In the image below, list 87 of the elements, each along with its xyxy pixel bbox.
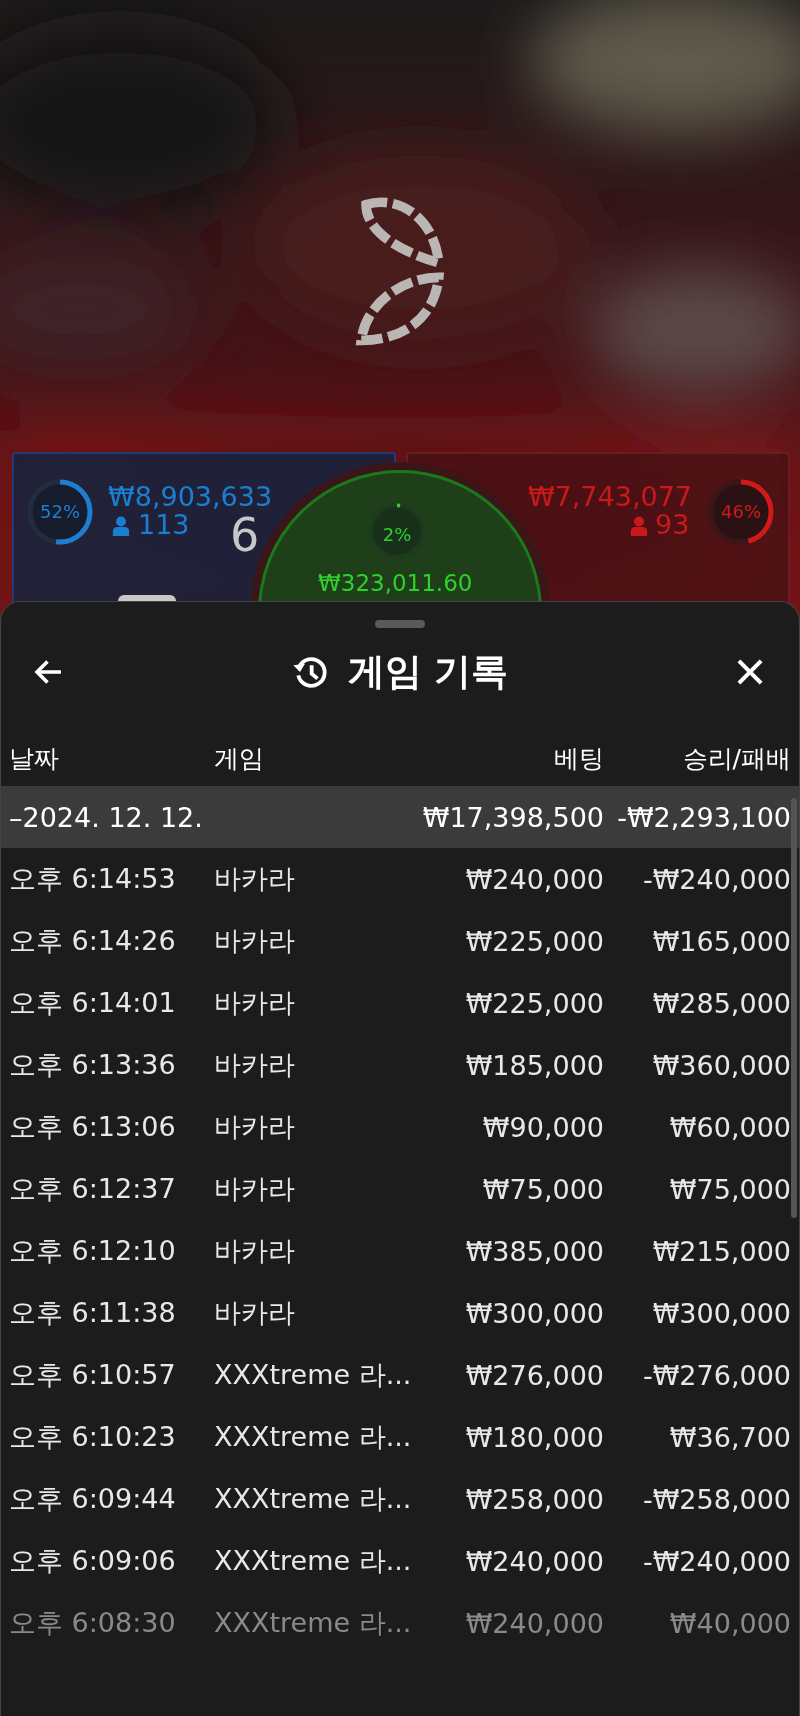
person-icon: [112, 516, 130, 536]
result-cell-text: ₩165,000: [651, 925, 791, 957]
time-cell-text: 오후 6:11:38: [9, 1296, 177, 1330]
tie-percent: 2%: [381, 525, 413, 545]
scrollbar[interactable]: [791, 798, 797, 1218]
tie-amount: ₩323,011.60: [318, 569, 473, 598]
game-cell-text: 바카라: [214, 986, 296, 1020]
game-cell-text: XXXtreme 라...: [214, 1544, 409, 1578]
game-cell-text: XXXtreme 라...: [214, 1482, 409, 1516]
sheet-title: 게임 기록: [347, 649, 509, 695]
bet-cell-text: ₩180,000: [464, 1421, 604, 1453]
date-cell-text: –2024. 12. 12.: [9, 801, 204, 833]
bet-cell-text: ₩240,000: [464, 1545, 604, 1577]
result-cell-text: ₩60,000: [668, 1111, 791, 1143]
result-cell-text: ₩285,000: [651, 987, 791, 1019]
time-cell-text: 오후 6:12:37: [9, 1172, 177, 1206]
bet-cell-text: ₩75,000: [481, 1173, 604, 1205]
bet-cell-text: ₩385,000: [464, 1235, 604, 1267]
bet-cell-text: ₩90,000: [481, 1111, 604, 1143]
history-row[interactable]: 오후 6:09:06 XXXtreme 라... ₩240,000 -₩240,000: [1, 1530, 799, 1592]
result-cell-text: -₩276,000: [641, 1359, 791, 1391]
game-cell-text: 바카라: [214, 1048, 296, 1082]
banker-count: 93: [655, 510, 690, 540]
history-row[interactable]: 오후 6:08:30 XXXtreme 라... ₩240,000 ₩40,000: [1, 1592, 799, 1654]
game-cell-text: 바카라: [214, 1296, 296, 1330]
person-icon: [630, 516, 648, 536]
result-cell-text: ₩360,000: [651, 1049, 791, 1081]
history-row[interactable]: 오후 6:14:53 바카라 ₩240,000 -₩240,000: [1, 848, 799, 910]
history-row[interactable]: 오후 6:10:57 XXXtreme 라... ₩276,000 -₩276,000: [1, 1344, 799, 1406]
result-cell-text: ₩300,000: [651, 1297, 791, 1329]
result-cell-text: ₩75,000: [668, 1173, 791, 1205]
game-cell-text: 바카라: [214, 1172, 296, 1206]
history-row[interactable]: 오후 6:12:10 바카라 ₩385,000 ₩215,000: [1, 1220, 799, 1282]
player-count: 113: [138, 510, 190, 540]
bet-cell-text: ₩225,000: [464, 925, 604, 957]
total-result-cell-text: -₩2,293,100: [616, 801, 791, 833]
bet-cell-text: ₩258,000: [464, 1483, 604, 1515]
time-cell-text: 오후 6:13:06: [9, 1110, 177, 1144]
time-cell-text: 오후 6:09:44: [9, 1482, 177, 1516]
game-cell-text: XXXtreme 라...: [214, 1606, 409, 1640]
history-row[interactable]: 오후 6:11:38 바카라 ₩300,000 ₩300,000: [1, 1282, 799, 1344]
result-cell-text: ₩36,700: [668, 1421, 791, 1453]
history-row[interactable]: 오후 6:13:06 바카라 ₩90,000 ₩60,000: [1, 1096, 799, 1158]
bet-cell-text: ₩240,000: [464, 863, 604, 895]
time-cell-text: 오후 6:10:57: [9, 1358, 177, 1392]
column-header: 게임: [214, 742, 265, 775]
time-cell-text: 오후 6:14:01: [9, 986, 177, 1020]
total-bet-cell-text: ₩17,398,500: [421, 801, 604, 833]
time-cell-text: 오후 6:14:53: [9, 862, 177, 896]
bet-cell-text: ₩240,000: [464, 1607, 604, 1639]
column-header: 베팅: [553, 742, 604, 775]
result-cell-text: ₩215,000: [651, 1235, 791, 1267]
history-row[interactable]: 오후 6:12:37 바카라 ₩75,000 ₩75,000: [1, 1158, 799, 1220]
result-cell-text: -₩240,000: [641, 1545, 791, 1577]
history-row[interactable]: 오후 6:13:36 바카라 ₩185,000 ₩360,000: [1, 1034, 799, 1096]
time-cell-text: 오후 6:09:06: [9, 1544, 177, 1578]
time-cell-text: 오후 6:14:26: [9, 924, 177, 958]
date-group-row[interactable]: –2024. 12. 12. ₩17,398,500 -₩2,293,100: [1, 786, 799, 848]
column-header: 날짜: [9, 742, 60, 775]
history-row[interactable]: 오후 6:09:44 XXXtreme 라... ₩258,000 -₩258,000: [1, 1468, 799, 1530]
column-header: 승리/패배: [681, 742, 791, 775]
history-row[interactable]: 오후 6:14:26 바카라 ₩225,000 ₩165,000: [1, 910, 799, 972]
time-cell-text: 오후 6:13:36: [9, 1048, 177, 1082]
game-cell-text: 바카라: [214, 1234, 296, 1268]
bet-cell-text: ₩276,000: [464, 1359, 604, 1391]
player-percent: 52%: [39, 502, 81, 522]
game-cell-text: XXXtreme 라...: [214, 1420, 409, 1454]
history-row[interactable]: 오후 6:14:01 바카라 ₩225,000 ₩285,000: [1, 972, 799, 1034]
bet-cell-text: ₩225,000: [464, 987, 604, 1019]
time-cell-text: 오후 6:12:10: [9, 1234, 177, 1268]
result-cell-text: -₩240,000: [641, 863, 791, 895]
bet-cell-text: ₩300,000: [464, 1297, 604, 1329]
bet-cell-text: ₩185,000: [464, 1049, 604, 1081]
player-amount: ₩8,903,633: [108, 482, 273, 512]
time-cell-text: 오후 6:08:30: [9, 1606, 177, 1640]
game-cell-text: XXXtreme 라...: [214, 1358, 409, 1392]
history-row[interactable]: 오후 6:10:23 XXXtreme 라... ₩180,000 ₩36,700: [1, 1406, 799, 1468]
banker-amount: ₩7,743,077: [527, 482, 692, 512]
player-score: 6: [230, 510, 260, 560]
result-cell-text: -₩258,000: [641, 1483, 791, 1515]
result-cell-text: ₩40,000: [668, 1607, 791, 1639]
game-cell-text: 바카라: [214, 1110, 296, 1144]
time-cell-text: 오후 6:10:23: [9, 1420, 177, 1454]
game-cell-text: 바카라: [214, 862, 296, 896]
banker-percent: 46%: [720, 502, 762, 522]
game-cell-text: 바카라: [214, 924, 296, 958]
drag-handle[interactable]: [375, 620, 425, 628]
